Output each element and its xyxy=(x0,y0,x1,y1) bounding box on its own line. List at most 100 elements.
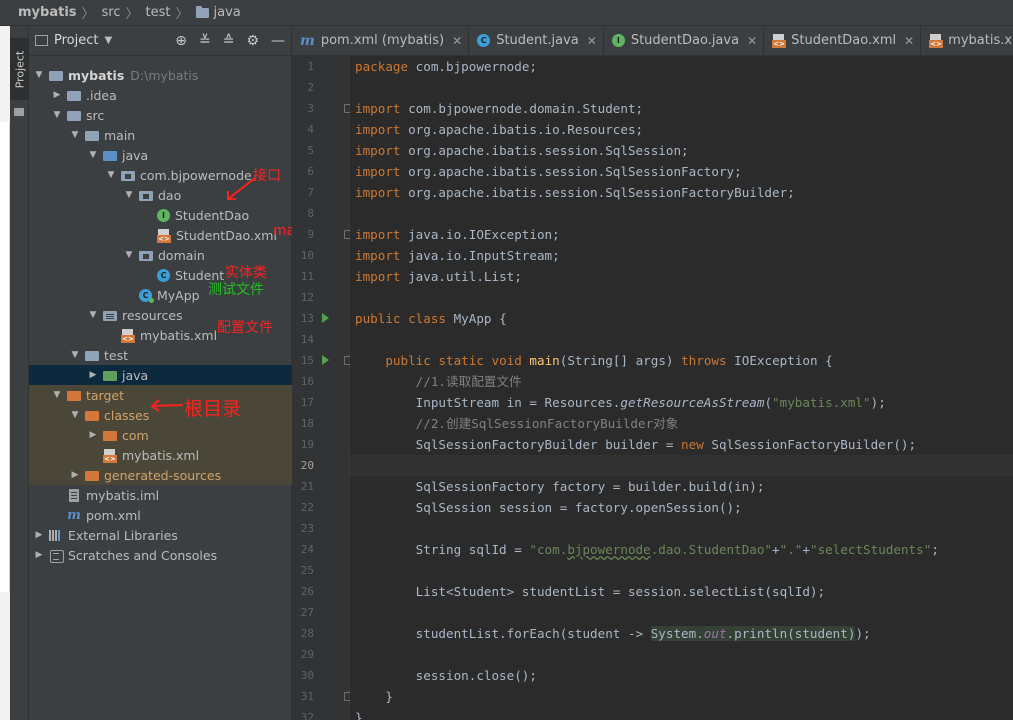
editor-tab-label: pom.xml (mybatis) xyxy=(320,33,445,48)
code-token: InputStream in = Resources. xyxy=(355,395,621,410)
code-token: import xyxy=(355,227,409,242)
code-token: new xyxy=(681,437,712,452)
code-token: System. xyxy=(650,626,704,641)
code-line: import java.io.IOException; xyxy=(355,224,560,245)
arrow-to-dao xyxy=(227,177,256,200)
line-number: 27 xyxy=(300,606,314,619)
code-line: import org.apache.ibatis.session.SqlSess… xyxy=(355,182,795,203)
code-token: import xyxy=(355,185,409,200)
interface-icon: I xyxy=(611,34,625,47)
code-token: com.bjpowernode; xyxy=(415,59,537,74)
code-token: ; xyxy=(931,542,939,557)
tree-node-label: mybatis.xml xyxy=(122,447,200,463)
code-line: session.close(); xyxy=(355,665,537,686)
code-token: //1.读取配置文件 xyxy=(415,374,522,389)
line-number: 23 xyxy=(300,522,314,535)
module-file-icon xyxy=(67,488,81,502)
code-token: List<Student> studentList = session.sele… xyxy=(355,584,826,599)
maven-icon: m xyxy=(300,32,315,49)
editor-tab-label: mybatis.xml xyxy=(948,33,1013,48)
code-token: import xyxy=(355,269,409,284)
code-token: main xyxy=(529,353,560,368)
class-icon: C xyxy=(477,34,491,47)
editor-tab[interactable]: mybatis.xml✕ xyxy=(921,26,1013,55)
close-icon[interactable]: ✕ xyxy=(747,34,757,48)
excluded-folder-icon xyxy=(85,469,99,482)
code-token: MyApp { xyxy=(453,311,507,326)
code-token: bjpowernode xyxy=(567,542,651,557)
tree-node[interactable]: ▶ External Libraries xyxy=(29,525,292,545)
editor-tab[interactable]: I StudentDao.java ✕ xyxy=(604,26,765,55)
tree-node[interactable]: ▶mybatis.xml xyxy=(29,445,292,465)
run-icon[interactable] xyxy=(322,355,329,365)
editor-tab[interactable]: StudentDao.xml ✕ xyxy=(764,26,922,55)
tree-node[interactable]: ▶mpom.xml xyxy=(29,505,292,525)
code-token: org.apache.ibatis.session.SqlSession; xyxy=(408,143,689,158)
annotation-arrows xyxy=(150,177,256,412)
code-token: SqlSessionFactory factory = builder.buil… xyxy=(355,479,765,494)
code-token: (String[] args) xyxy=(559,353,682,368)
line-number: 25 xyxy=(300,564,314,577)
editor-tab-label: StudentDao.java xyxy=(630,33,740,48)
code-line: //2.创建SqlSessionFactoryBuilder对象 xyxy=(355,413,679,434)
code-line: import org.apache.ibatis.session.SqlSess… xyxy=(355,161,742,182)
xml-file-icon xyxy=(772,34,786,48)
code-token: "com. xyxy=(529,542,568,557)
code-token: public static void xyxy=(385,353,530,368)
code-token: import xyxy=(355,248,409,263)
code-token: ); xyxy=(855,626,871,641)
tree-node-label: mybatis.iml xyxy=(86,487,160,503)
code-line: String sqlId = "com.bjpowernode.dao.Stud… xyxy=(355,539,939,560)
code-token: throws xyxy=(681,353,735,368)
chevron-right-icon[interactable]: ▶ xyxy=(33,550,45,560)
editor-tab[interactable]: C Student.java ✕ xyxy=(469,26,604,55)
code-token: SqlSessionFactoryBuilder(); xyxy=(711,437,917,452)
tree-node[interactable]: ▶mybatis.iml xyxy=(29,485,292,505)
code-line: //1.读取配置文件 xyxy=(355,371,522,392)
tree-node[interactable]: ▶ generated-sources xyxy=(29,465,292,485)
editor-tab[interactable]: m pom.xml (mybatis) ✕ xyxy=(292,26,470,55)
xml-file-icon xyxy=(103,448,117,463)
code-token: SqlSessionFactoryBuilder builder = xyxy=(355,437,682,452)
code-token: } xyxy=(355,689,393,704)
code-token: import xyxy=(355,122,409,137)
code-line: SqlSessionFactoryBuilder builder = new S… xyxy=(355,434,916,455)
close-icon[interactable]: ✕ xyxy=(587,34,597,48)
line-number: 28 xyxy=(300,627,314,640)
tree-node-label: generated-sources xyxy=(104,467,222,483)
code-line: studentList.forEach(student -> System.ou… xyxy=(355,623,871,644)
code-token: org.apache.ibatis.io.Resources; xyxy=(408,122,644,137)
chevron-right-icon[interactable]: ▶ xyxy=(33,530,45,540)
code-token: java.util.List; xyxy=(408,269,522,284)
close-icon[interactable]: ✕ xyxy=(452,34,462,48)
code-editor[interactable]: package com.bjpowernode; import com.bjpow… xyxy=(350,56,1013,720)
code-line: } xyxy=(355,707,363,720)
code-line: import com.bjpowernode.domain.Student; xyxy=(355,98,643,119)
code-line: public static void main(String[] args) t… xyxy=(355,350,833,371)
line-number: 31 xyxy=(300,690,314,703)
code-token: "selectStudents" xyxy=(809,542,932,557)
code-line: SqlSession session = factory.openSession… xyxy=(355,497,742,518)
code-line: public class MyApp { xyxy=(355,308,507,329)
code-line: import java.io.InputStream; xyxy=(355,245,560,266)
code-token: package xyxy=(355,59,416,74)
code-token: //2.创建SqlSessionFactoryBuilder对象 xyxy=(415,416,679,431)
close-icon[interactable]: ✕ xyxy=(904,34,914,48)
code-line: } xyxy=(355,686,393,707)
tree-node[interactable]: ▶ Scratches and Consoles xyxy=(29,545,292,565)
code-token: IOException { xyxy=(734,353,833,368)
run-icon[interactable] xyxy=(322,313,329,323)
code-line: SqlSessionFactory factory = builder.buil… xyxy=(355,476,765,497)
line-number: 30 xyxy=(300,669,314,682)
code-line: import java.util.List; xyxy=(355,266,522,287)
scratches-icon xyxy=(49,549,64,563)
line-number: 29 xyxy=(300,648,314,661)
chevron-right-icon[interactable]: ▶ xyxy=(69,470,81,480)
code-line: InputStream in = Resources.getResourceAs… xyxy=(355,392,893,413)
code-token: session.close(); xyxy=(355,668,537,683)
editor-tab-label: StudentDao.xml xyxy=(791,33,897,48)
code-line: List<Student> studentList = session.sele… xyxy=(355,581,825,602)
code-token: java.io.IOException; xyxy=(408,227,560,242)
line-number: 21 xyxy=(300,480,314,493)
